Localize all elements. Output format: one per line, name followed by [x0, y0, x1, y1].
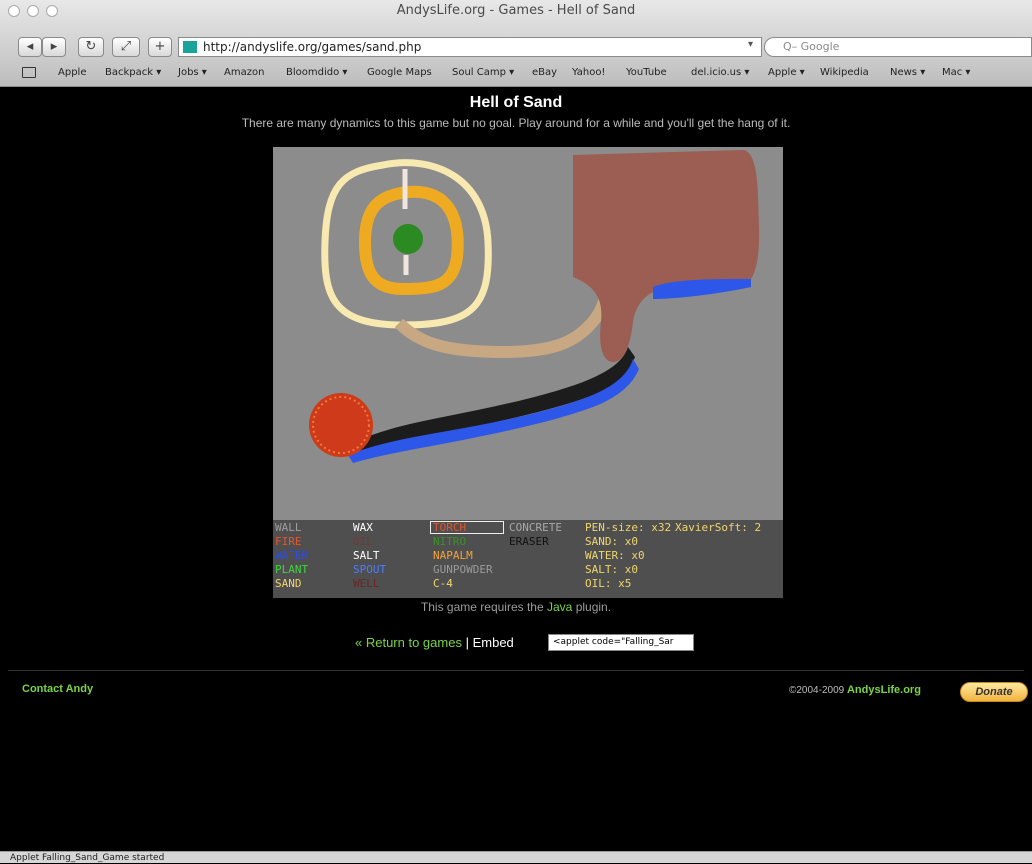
reload-icon: ↻ — [85, 39, 97, 54]
bookmark-item[interactable]: Mac ▾ — [942, 67, 970, 78]
water-stat: WATER: x0 — [585, 549, 645, 562]
element-napalm[interactable]: NAPALM — [433, 550, 473, 562]
element-salt[interactable]: SALT — [353, 550, 380, 562]
bookmarks-book-icon[interactable] — [22, 67, 36, 78]
chevron-down-icon[interactable]: ▾ — [748, 39, 753, 50]
reload-button[interactable]: ↻ — [78, 37, 104, 57]
search-placeholder: Q– Google — [783, 40, 840, 53]
element-water[interactable]: WATER — [275, 550, 308, 562]
page-title: Hell of Sand — [469, 94, 563, 111]
return-to-games-link[interactable]: « Return to games — [355, 635, 462, 650]
links-separator: | — [465, 635, 469, 650]
bookmark-item[interactable]: Wikipedia — [820, 67, 869, 78]
bookmark-item[interactable]: Apple — [58, 67, 86, 78]
forward-arrow-icon: ▸ — [50, 39, 58, 54]
donate-button[interactable]: Donate — [960, 682, 1028, 702]
element-eraser[interactable]: ERASER — [509, 536, 549, 548]
bookmark-item[interactable]: Bloomdido ▾ — [286, 67, 347, 78]
sand-canvas[interactable] — [273, 147, 783, 519]
game-applet[interactable]: WALL WAX TORCH CONCRETE FIRE OIL NITRO E… — [273, 147, 783, 598]
element-oil[interactable]: OIL — [353, 536, 373, 548]
copyright-years: ©2004-2009 — [789, 685, 845, 696]
add-bookmark-button[interactable]: + — [148, 37, 172, 57]
embed-label: Embed — [472, 635, 514, 650]
window-title: AndysLife.org - Games - Hell of Sand — [396, 3, 636, 18]
pen-size-stat: PEN-size: x32 — [585, 521, 672, 534]
bookmark-item[interactable]: Jobs ▾ — [178, 67, 207, 78]
bookmark-item[interactable]: Apple ▾ — [768, 67, 805, 78]
plus-icon: + — [154, 39, 166, 54]
toolbar: ◂ ▸ ↻ ⤢ + http://andyslife.org/games/san… — [0, 22, 1032, 62]
page-subtitle: There are many dynamics to this game but… — [241, 116, 791, 130]
address-field[interactable]: http://andyslife.org/games/sand.php — [178, 37, 762, 57]
back-button[interactable]: ◂ — [18, 37, 42, 57]
status-bar: Applet Falling_Sand_Game started — [0, 851, 1032, 863]
title-bar: AndysLife.org - Games - Hell of Sand — [0, 0, 1032, 22]
browser-chrome: AndysLife.org - Games - Hell of Sand ◂ ▸… — [0, 0, 1032, 87]
element-well[interactable]: WELL — [353, 578, 380, 590]
bookmark-item[interactable]: eBay — [532, 67, 557, 78]
bookmark-item[interactable]: del.icio.us ▾ — [691, 67, 749, 78]
snapback-icon: ⤢ — [120, 39, 132, 54]
sand-stat: SAND: x0 — [585, 535, 638, 548]
element-spout[interactable]: SPOUT — [353, 564, 386, 576]
element-palette: WALL WAX TORCH CONCRETE FIRE OIL NITRO E… — [273, 520, 783, 598]
java-link[interactable]: Java — [547, 600, 572, 614]
plugin-notice-prefix: This game requires the — [420, 600, 544, 614]
element-concrete[interactable]: CONCRETE — [509, 522, 562, 534]
element-c4[interactable]: C-4 — [433, 578, 453, 590]
site-link[interactable]: AndysLife.org — [847, 684, 921, 696]
element-wax[interactable]: WAX — [353, 522, 373, 534]
oil-stat: OIL: x5 — [585, 577, 632, 590]
contact-link[interactable]: Contact Andy — [22, 683, 93, 695]
forward-button[interactable]: ▸ — [42, 37, 66, 57]
search-input[interactable]: Q– Google — [764, 37, 1032, 57]
bookmark-item[interactable]: Amazon — [224, 67, 264, 78]
element-fire[interactable]: FIRE — [275, 536, 302, 548]
game-links: « Return to games | Embed — [355, 635, 514, 650]
back-arrow-icon: ◂ — [26, 39, 34, 54]
copyright: ©2004-2009 AndysLife.org — [789, 684, 921, 696]
plugin-notice-suffix: plugin. — [575, 600, 612, 614]
address-text: http://andyslife.org/games/sand.php — [203, 40, 422, 54]
footer-divider — [8, 670, 1024, 671]
embed-code-field[interactable]: <applet code="Falling_Sar — [548, 634, 694, 651]
bookmark-item[interactable]: Soul Camp ▾ — [452, 67, 514, 78]
site-favicon-icon — [183, 41, 197, 53]
snapback-button[interactable]: ⤢ — [112, 37, 140, 57]
element-torch[interactable]: TORCH — [433, 522, 466, 534]
bookmark-item[interactable]: Google Maps — [367, 67, 432, 78]
element-nitro[interactable]: NITRO — [433, 536, 466, 548]
bookmark-item[interactable]: Yahoo! — [572, 67, 605, 78]
plugin-notice: This game requires the Java plugin. — [0, 600, 1032, 614]
xaviersoft-stat: XavierSoft: 2 — [675, 521, 762, 534]
element-gunpowder[interactable]: GUNPOWDER — [433, 564, 493, 576]
element-wall[interactable]: WALL — [275, 522, 302, 534]
bookmark-item[interactable]: YouTube — [626, 67, 667, 78]
element-plant[interactable]: PLANT — [275, 564, 308, 576]
bookmarks-bar: Apple Backpack ▾ Jobs ▾ Amazon Bloomdido… — [0, 62, 1032, 86]
salt-stat: SALT: x0 — [585, 563, 638, 576]
element-sand[interactable]: SAND — [275, 578, 302, 590]
bookmark-item[interactable]: News ▾ — [890, 67, 925, 78]
bookmark-item[interactable]: Backpack ▾ — [105, 67, 161, 78]
